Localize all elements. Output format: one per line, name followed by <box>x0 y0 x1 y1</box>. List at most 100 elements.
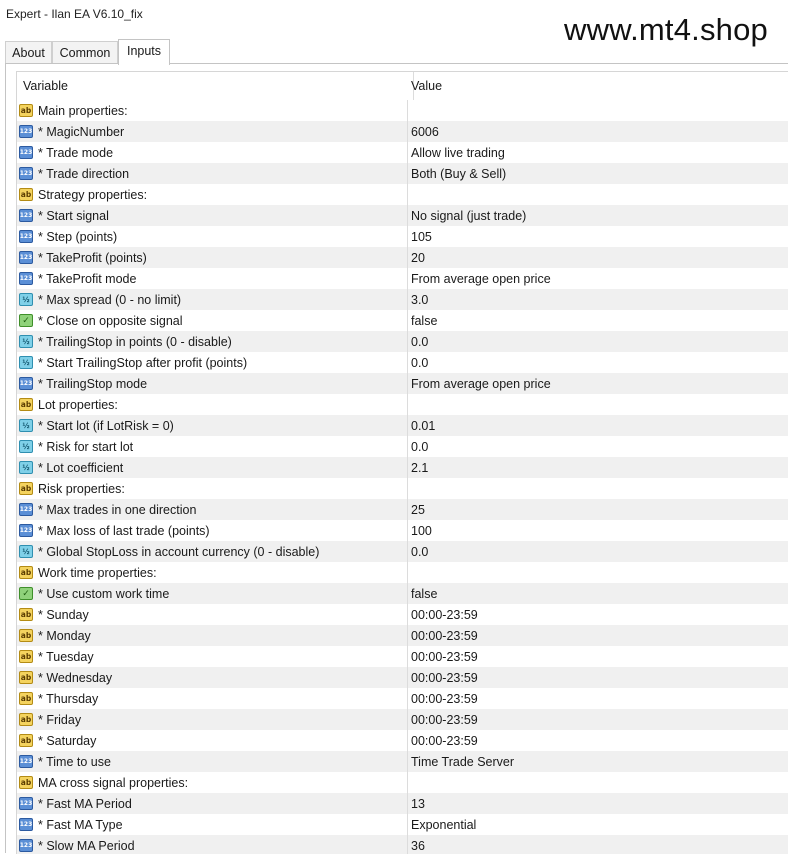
window-titlebar: Expert - Ilan EA V6.10_fix www.mt4.shop <box>0 0 788 47</box>
variable-cell: 123 * Max loss of last trade (points) <box>17 520 408 541</box>
value-cell[interactable]: Time Trade Server <box>408 751 788 772</box>
value-cell[interactable]: 00:00-23:59 <box>408 688 788 709</box>
group-row[interactable]: ab Main properties: <box>17 100 788 122</box>
group-row[interactable]: ab Risk properties: <box>17 478 788 500</box>
table-header-row: Variable Value <box>17 72 788 101</box>
table-row[interactable]: ½ * Start lot (if LotRisk = 0) 0.01 <box>17 415 788 437</box>
variable-name: * Fast MA Period <box>38 796 132 811</box>
string-icon: ab <box>19 671 33 684</box>
group-row[interactable]: ab Work time properties: <box>17 562 788 584</box>
table-row[interactable]: 123 * Fast MA Period 13 <box>17 793 788 815</box>
variable-name: * Sunday <box>38 607 89 622</box>
value-cell[interactable]: Exponential <box>408 814 788 835</box>
table-row[interactable]: 123 * TrailingStop mode From average open … <box>17 373 788 395</box>
group-row[interactable]: ab Lot properties: <box>17 394 788 416</box>
table-row[interactable]: ab * Saturday 00:00-23:59 <box>17 730 788 752</box>
table-row[interactable]: ab * Sunday 00:00-23:59 <box>17 604 788 626</box>
string-icon: ab <box>19 734 33 747</box>
integer-icon: 123 <box>19 524 33 537</box>
value-cell[interactable]: 00:00-23:59 <box>408 646 788 667</box>
value-cell[interactable]: 00:00-23:59 <box>408 730 788 751</box>
table-row[interactable]: ✓ * Close on opposite signal false <box>17 310 788 332</box>
value-cell[interactable]: 25 <box>408 499 788 520</box>
value-cell[interactable]: From average open price <box>408 373 788 394</box>
table-row[interactable]: ½ * TrailingStop in points (0 - disable) 0… <box>17 331 788 353</box>
table-row[interactable]: ½ * Risk for start lot 0.0 <box>17 436 788 458</box>
tab-about[interactable]: About <box>5 41 52 64</box>
value-cell[interactable]: 00:00-23:59 <box>408 709 788 730</box>
integer-icon: 123 <box>19 251 33 264</box>
table-row[interactable]: 123 * Step (points) 105 <box>17 226 788 248</box>
value-cell[interactable]: false <box>408 583 788 604</box>
table-row[interactable]: 123 * TakeProfit mode From average open pr… <box>17 268 788 290</box>
column-header-value[interactable]: Value <box>408 72 788 100</box>
column-header-variable[interactable]: Variable <box>17 72 414 100</box>
variable-name: * Start TrailingStop after profit (point… <box>38 355 248 370</box>
value-cell[interactable]: 3.0 <box>408 289 788 310</box>
value-cell <box>408 562 788 583</box>
value-cell <box>408 100 788 121</box>
group-row[interactable]: ab MA cross signal properties: <box>17 772 788 794</box>
value-cell[interactable]: 2.1 <box>408 457 788 478</box>
variable-cell: 123 * Step (points) <box>17 226 408 247</box>
value-cell[interactable]: 105 <box>408 226 788 247</box>
integer-icon: 123 <box>19 209 33 222</box>
value-cell[interactable]: 20 <box>408 247 788 268</box>
value-cell[interactable]: 0.0 <box>408 541 788 562</box>
table-row[interactable]: ab * Monday 00:00-23:59 <box>17 625 788 647</box>
tab-common[interactable]: Common <box>52 41 118 64</box>
table-row[interactable]: ab * Friday 00:00-23:59 <box>17 709 788 731</box>
table-row[interactable]: 123 * Trade mode Allow live trading <box>17 142 788 164</box>
value-cell[interactable]: 0.0 <box>408 352 788 373</box>
table-row[interactable]: ½ * Max spread (0 - no limit) 3.0 <box>17 289 788 311</box>
value-cell[interactable]: 0.0 <box>408 331 788 352</box>
table-row[interactable]: 123 * MagicNumber 6006 <box>17 121 788 143</box>
table-row[interactable]: 123 * Time to use Time Trade Server <box>17 751 788 773</box>
table-row[interactable]: 123 * Slow MA Period 36 <box>17 835 788 854</box>
value-cell[interactable]: 13 <box>408 793 788 814</box>
variable-cell: ab * Monday <box>17 625 408 646</box>
variable-cell: ab Lot properties: <box>17 394 408 415</box>
table-row[interactable]: ab * Wednesday 00:00-23:59 <box>17 667 788 689</box>
variable-cell: ✓ * Use custom work time <box>17 583 408 604</box>
string-icon: ab <box>19 692 33 705</box>
value-cell[interactable]: From average open price <box>408 268 788 289</box>
value-cell[interactable]: 0.0 <box>408 436 788 457</box>
table-row[interactable]: 123 * Fast MA Type Exponential <box>17 814 788 836</box>
table-row[interactable]: ab * Tuesday 00:00-23:59 <box>17 646 788 668</box>
value-cell[interactable]: 100 <box>408 520 788 541</box>
variable-cell: ½ * Start lot (if LotRisk = 0) <box>17 415 408 436</box>
table-row[interactable]: ½ * Start TrailingStop after profit (poin… <box>17 352 788 374</box>
variable-cell: 123 * Max trades in one direction <box>17 499 408 520</box>
string-icon: ab <box>19 104 33 117</box>
table-row[interactable]: ½ * Global StopLoss in account currency (… <box>17 541 788 563</box>
table-row[interactable]: 123 * TakeProfit (points) 20 <box>17 247 788 269</box>
value-cell[interactable]: Allow live trading <box>408 142 788 163</box>
value-cell[interactable]: 6006 <box>408 121 788 142</box>
value-cell[interactable]: 0.01 <box>408 415 788 436</box>
value-cell[interactable]: Both (Buy & Sell) <box>408 163 788 184</box>
string-icon: ab <box>19 629 33 642</box>
string-icon: ab <box>19 608 33 621</box>
table-row[interactable]: ✓ * Use custom work time false <box>17 583 788 605</box>
value-cell[interactable]: 36 <box>408 835 788 854</box>
value-cell[interactable]: No signal (just trade) <box>408 205 788 226</box>
inputs-panel: Variable Value ab Main properties: 123 * Ma… <box>5 63 788 854</box>
value-cell[interactable]: 00:00-23:59 <box>408 625 788 646</box>
table-row[interactable]: 123 * Start signal No signal (just trade) <box>17 205 788 227</box>
table-row[interactable]: ½ * Lot coefficient 2.1 <box>17 457 788 479</box>
table-row[interactable]: ab * Thursday 00:00-23:59 <box>17 688 788 710</box>
variable-name: * Use custom work time <box>38 586 170 601</box>
value-cell[interactable]: false <box>408 310 788 331</box>
table-row[interactable]: 123 * Trade direction Both (Buy & Sell) <box>17 163 788 185</box>
table-row[interactable]: 123 * Max trades in one direction 25 <box>17 499 788 521</box>
table-row[interactable]: 123 * Max loss of last trade (points) 100 <box>17 520 788 542</box>
variable-name: * Friday <box>38 712 82 727</box>
variable-name: * Monday <box>38 628 91 643</box>
group-row[interactable]: ab Strategy properties: <box>17 184 788 206</box>
value-cell[interactable]: 00:00-23:59 <box>408 667 788 688</box>
tab-inputs[interactable]: Inputs <box>118 39 170 65</box>
integer-icon: 123 <box>19 146 33 159</box>
value-cell[interactable]: 00:00-23:59 <box>408 604 788 625</box>
variable-name: * Risk for start lot <box>38 439 134 454</box>
